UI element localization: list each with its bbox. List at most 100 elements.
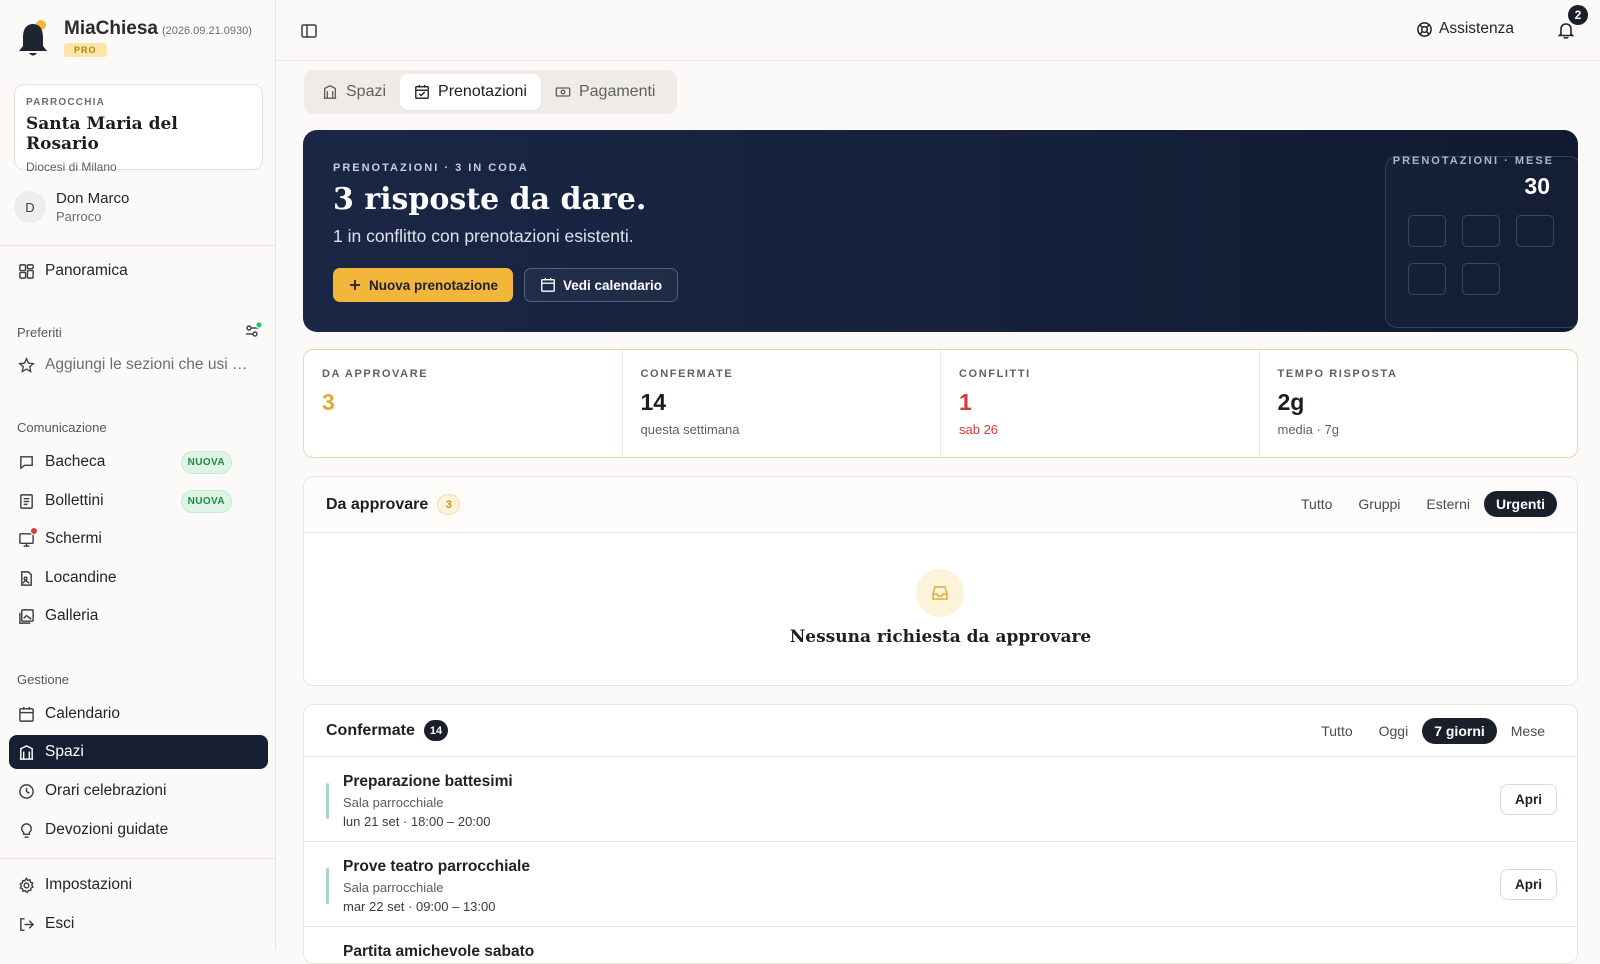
parish-diocese: Diocesi di Milano xyxy=(26,160,117,174)
pending-title: Da approvare xyxy=(326,495,429,513)
booking-title: Partita amichevole sabato xyxy=(343,943,535,960)
pending-filters: Tutto Gruppi Esterni Urgenti xyxy=(1287,491,1557,517)
filter-esterni[interactable]: Esterni xyxy=(1414,491,1482,517)
booking-time: lun 21 set · 18:00 – 20:00 xyxy=(343,814,491,829)
stat-conflicts[interactable]: CONFLITTI 1 sab 26 xyxy=(941,350,1260,457)
stats-strip: DA APPROVARE 3 CONFERMATE 14 questa sett… xyxy=(303,349,1578,458)
stat-value: 14 xyxy=(640,389,667,415)
sidebar-item-calendario[interactable]: Calendario xyxy=(9,697,268,731)
filter-oggi[interactable]: Oggi xyxy=(1367,718,1421,744)
parish-card[interactable]: PARROCCHIA Santa Maria del Rosario Dioce… xyxy=(14,84,263,174)
sidebar-item-bollettini[interactable]: Bollettini NUOVA xyxy=(9,484,268,518)
alert-dot xyxy=(30,526,38,535)
calendar-cell xyxy=(1516,215,1554,247)
stat-pending[interactable]: DA APPROVARE 3 xyxy=(304,350,623,457)
clock-icon xyxy=(19,783,34,799)
sidebar-item-orari[interactable]: Orari celebrazioni xyxy=(9,774,268,808)
tab-pagamenti[interactable]: Pagamenti xyxy=(541,74,670,110)
monthly-bookings-value: 30 xyxy=(1524,173,1550,199)
sidebar-item-label: Galleria xyxy=(45,607,99,624)
help-label: Assistenza xyxy=(1439,20,1514,37)
booking-place: Sala parrocchiale xyxy=(343,880,444,895)
monthly-bookings-widget: PRENOTAZIONI · MESE 30 xyxy=(1385,155,1578,328)
empty-message: Nessuna richiesta da approvare xyxy=(789,627,1092,647)
inbox-icon-wrap xyxy=(916,569,964,617)
help-button[interactable]: Assistenza xyxy=(1416,20,1514,38)
monthly-bookings-label: PRENOTAZIONI · MESE xyxy=(1392,155,1554,167)
sidebar-toggle-icon[interactable] xyxy=(300,22,318,40)
tab-prenotazioni[interactable]: Prenotazioni xyxy=(400,74,541,110)
gear-icon xyxy=(19,876,34,893)
booking-row[interactable]: Prove teatro parrocchiale Sala parrocchi… xyxy=(304,842,1577,927)
status-bar xyxy=(326,783,329,819)
stat-response-time[interactable]: TEMPO RISPOSTA 2g media · 7g xyxy=(1260,350,1578,457)
booking-row[interactable]: Preparazione battesimi Sala parrocchiale… xyxy=(304,757,1577,842)
favorites-settings-icon[interactable] xyxy=(244,322,262,340)
sidebar-item-add-favorites[interactable]: Aggiungi le sezioni che usi … xyxy=(9,348,268,382)
sidebar-item-devozioni[interactable]: Devozioni guidate xyxy=(9,813,268,847)
building-icon xyxy=(323,85,337,99)
sidebar-item-spazi[interactable]: Spazi xyxy=(9,735,268,769)
sidebar-item-label: Calendario xyxy=(45,705,120,722)
stat-label: TEMPO RISPOSTA xyxy=(1277,368,1398,380)
filter-tutto[interactable]: Tutto xyxy=(1309,718,1364,744)
inbox-icon xyxy=(932,586,948,600)
sidebar-item-bacheca[interactable]: Bacheca NUOVA xyxy=(9,445,268,479)
stat-value: 1 xyxy=(959,389,972,415)
sidebar-item-locandine[interactable]: Locandine xyxy=(9,561,268,595)
confirmed-title: Confermate xyxy=(326,721,415,739)
communication-section-label: Comunicazione xyxy=(17,420,107,435)
logout-icon xyxy=(20,917,35,931)
stat-confirmed[interactable]: CONFERMATE 14 questa settimana xyxy=(623,350,941,457)
pending-header: Da approvare 3 Tutto Gruppi Esterni Urge… xyxy=(304,477,1577,533)
section-tabs: Spazi Prenotazioni Pagamenti xyxy=(304,70,677,114)
plan-badge: PRO xyxy=(64,43,107,57)
stat-label: DA APPROVARE xyxy=(322,368,429,380)
favorites-section-label: Preferiti xyxy=(17,325,62,340)
cash-icon xyxy=(555,87,571,97)
tab-spazi[interactable]: Spazi xyxy=(308,74,400,110)
filter-7-giorni[interactable]: 7 giorni xyxy=(1422,718,1497,744)
avatar: D xyxy=(14,191,46,223)
sidebar-divider xyxy=(0,858,276,859)
calendar-cell xyxy=(1408,263,1446,295)
hero-subtitle: 1 in conflitto con prenotazioni esistent… xyxy=(333,226,634,246)
sidebar-item-label: Locandine xyxy=(45,569,117,586)
booking-title: Prove teatro parrocchiale xyxy=(343,858,530,875)
open-button[interactable]: Apri xyxy=(1500,784,1557,815)
filter-tutto[interactable]: Tutto xyxy=(1289,491,1344,517)
calendar-cell xyxy=(1462,263,1500,295)
management-section-label: Gestione xyxy=(17,672,70,687)
brand[interactable]: MiaChiesa (2026.09.21.0930) PRO xyxy=(16,18,252,62)
building-icon xyxy=(19,744,34,760)
sidebar-item-impostazioni[interactable]: Impostazioni xyxy=(9,868,268,902)
sidebar-divider xyxy=(0,245,276,246)
open-button[interactable]: Apri xyxy=(1500,869,1557,900)
filter-urgenti[interactable]: Urgenti xyxy=(1484,491,1557,517)
calendar-check-icon xyxy=(415,84,429,99)
top-bar: Assistenza 2 xyxy=(276,0,1600,61)
tab-label: Pagamenti xyxy=(578,83,656,100)
hero-title: 3 risposte da dare. xyxy=(333,182,647,217)
sidebar-item-label: Impostazioni xyxy=(45,876,133,893)
filter-gruppi[interactable]: Gruppi xyxy=(1346,491,1412,517)
sidebar-item-label: Devozioni guidate xyxy=(45,821,169,838)
sidebar-item-overview[interactable]: Panoramica xyxy=(9,254,268,288)
sidebar-item-esci[interactable]: Esci xyxy=(9,907,268,941)
booking-time: mar 22 set · 09:00 – 13:00 xyxy=(343,899,496,914)
stat-detail: media · 7g xyxy=(1277,422,1339,437)
view-calendar-button[interactable]: Vedi calendario xyxy=(524,268,679,302)
new-booking-button[interactable]: Nuova prenotazione xyxy=(333,268,514,302)
booking-row[interactable]: Partita amichevole sabato xyxy=(304,927,1577,963)
parish-kicker: PARROCCHIA xyxy=(26,97,106,108)
filter-mese[interactable]: Mese xyxy=(1499,718,1557,744)
sidebar-item-label: Esci xyxy=(45,915,75,932)
notification-count: 2 xyxy=(1568,5,1588,25)
stat-detail: questa settimana xyxy=(640,422,740,437)
sidebar-item-schermi[interactable]: Schermi xyxy=(9,522,268,556)
confirmed-header: Confermate 14 Tutto Oggi 7 giorni Mese xyxy=(304,705,1577,757)
message-icon xyxy=(20,455,33,470)
sidebar-item-galleria[interactable]: Galleria xyxy=(9,599,268,633)
user-profile[interactable]: D Don Marco Parroco xyxy=(14,190,129,224)
new-badge: NUOVA xyxy=(180,450,232,474)
